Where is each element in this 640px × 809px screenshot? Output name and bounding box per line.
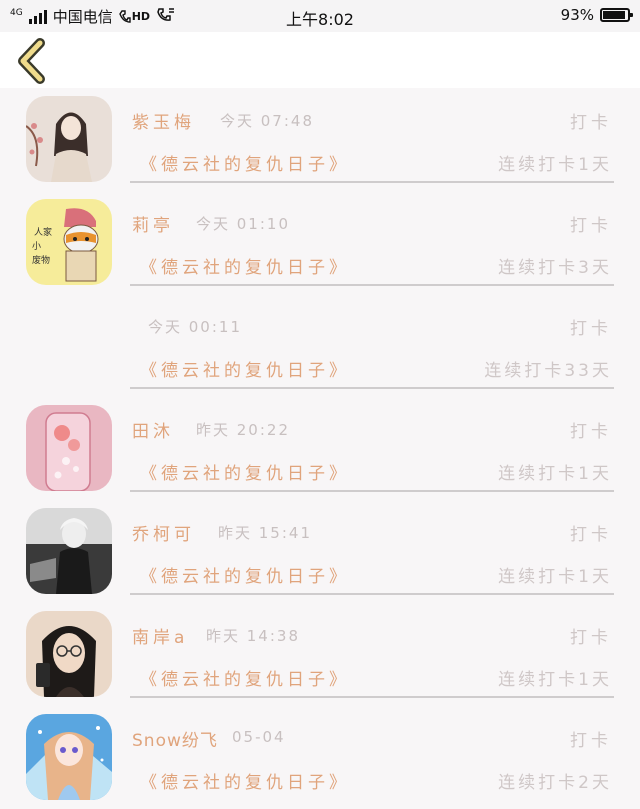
list-item[interactable]: 今天 00:11 打卡 《德云社的复仇日子》 连续打卡33天 bbox=[0, 294, 640, 397]
book-title[interactable]: 《德云社的复仇日子》 bbox=[140, 150, 350, 175]
streak-label: 连续打卡1天 bbox=[498, 155, 612, 175]
clock: 上午8:02 bbox=[286, 10, 354, 29]
streak-label: 连续打卡1天 bbox=[498, 670, 612, 690]
chevron-left-icon bbox=[18, 38, 45, 84]
list-item[interactable]: 紫玉梅 今天 07:48 打卡 《德云社的复仇日子》 连续打卡1天 bbox=[0, 88, 640, 191]
checkin-label: 打卡 bbox=[570, 525, 612, 545]
user-name[interactable]: 南岸a bbox=[132, 623, 188, 648]
divider bbox=[130, 181, 614, 183]
streak-label: 连续打卡3天 bbox=[498, 258, 612, 278]
list-item[interactable]: 乔柯可 昨天 15:41 打卡 《德云社的复仇日子》 连续打卡1天 bbox=[0, 500, 640, 603]
avatar[interactable]: 人家 小 废物 bbox=[26, 199, 112, 285]
book-title[interactable]: 《德云社的复仇日子》 bbox=[140, 253, 350, 278]
book-title[interactable]: 《德云社的复仇日子》 bbox=[140, 768, 350, 793]
battery-level bbox=[603, 11, 625, 19]
checkin-label: 打卡 bbox=[570, 731, 612, 751]
user-name[interactable]: 莉亭 bbox=[132, 211, 174, 236]
battery-percent: 93% bbox=[560, 6, 594, 24]
list-item[interactable]: 田沐 昨天 20:22 打卡 《德云社的复仇日子》 连续打卡1天 bbox=[0, 397, 640, 500]
checkin-label: 打卡 bbox=[570, 216, 612, 236]
divider bbox=[130, 387, 614, 389]
avatar[interactable] bbox=[26, 405, 112, 491]
user-name[interactable]: 紫玉梅 bbox=[132, 108, 195, 133]
avatar[interactable] bbox=[26, 508, 112, 594]
checkin-list: 紫玉梅 今天 07:48 打卡 《德云社的复仇日子》 连续打卡1天 人家 小 废… bbox=[0, 88, 640, 809]
streak-label: 连续打卡1天 bbox=[498, 567, 612, 587]
avatar[interactable] bbox=[26, 96, 112, 182]
checkin-time: 昨天 14:38 bbox=[206, 627, 300, 645]
book-title[interactable]: 《德云社的复仇日子》 bbox=[140, 562, 350, 587]
user-name[interactable]: 乔柯可 bbox=[132, 520, 195, 545]
checkin-time: 今天 01:10 bbox=[196, 215, 290, 233]
svg-text:小: 小 bbox=[32, 241, 41, 252]
list-item[interactable]: 南岸a 昨天 14:38 打卡 《德云社的复仇日子》 连续打卡1天 bbox=[0, 603, 640, 706]
divider bbox=[130, 284, 614, 286]
checkin-label: 打卡 bbox=[570, 113, 612, 133]
status-right: 93% bbox=[560, 6, 633, 24]
streak-label: 连续打卡33天 bbox=[484, 361, 612, 381]
divider bbox=[130, 490, 614, 492]
book-title[interactable]: 《德云社的复仇日子》 bbox=[140, 665, 350, 690]
list-item[interactable]: Snow纷飞 05-04 打卡 《德云社的复仇日子》 连续打卡2天 bbox=[0, 706, 640, 809]
list-item[interactable]: 人家 小 废物 莉亭 今天 01:10 打卡 《德云社的复仇日子》 连续打卡3天 bbox=[0, 191, 640, 294]
battery-icon bbox=[600, 8, 633, 22]
book-title[interactable]: 《德云社的复仇日子》 bbox=[140, 459, 350, 484]
streak-label: 连续打卡1天 bbox=[498, 464, 612, 484]
checkin-time: 昨天 20:22 bbox=[196, 421, 290, 439]
checkin-label: 打卡 bbox=[570, 628, 612, 648]
divider bbox=[130, 593, 614, 595]
header bbox=[0, 32, 640, 88]
back-button[interactable] bbox=[10, 36, 58, 84]
user-name[interactable]: Snow纷飞 bbox=[132, 726, 218, 751]
checkin-time: 今天 07:48 bbox=[220, 112, 314, 130]
streak-label: 连续打卡2天 bbox=[498, 773, 612, 793]
user-name[interactable]: 田沐 bbox=[132, 417, 174, 442]
svg-text:废物: 废物 bbox=[32, 254, 50, 266]
avatar[interactable] bbox=[26, 714, 112, 800]
checkin-time: 昨天 15:41 bbox=[218, 524, 312, 542]
checkin-time: 今天 00:11 bbox=[148, 318, 242, 336]
avatar[interactable] bbox=[26, 611, 112, 697]
svg-text:人家: 人家 bbox=[34, 226, 52, 238]
book-title[interactable]: 《德云社的复仇日子》 bbox=[140, 356, 350, 381]
status-bar: 4G 中国电信 HD 上午8:02 93% bbox=[0, 0, 640, 32]
checkin-label: 打卡 bbox=[570, 422, 612, 442]
divider bbox=[130, 696, 614, 698]
checkin-label: 打卡 bbox=[570, 319, 612, 339]
checkin-time: 05-04 bbox=[232, 728, 286, 746]
